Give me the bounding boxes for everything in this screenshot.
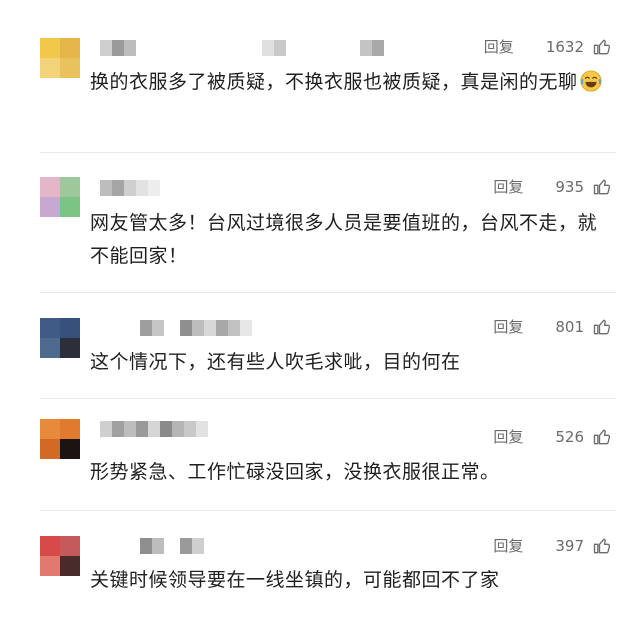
reply-button[interactable]: 回复 — [493, 535, 523, 556]
divider — [40, 152, 616, 153]
username-blurred[interactable] — [100, 180, 160, 196]
username-blurred[interactable] — [140, 538, 164, 554]
username-blurred[interactable] — [100, 40, 136, 56]
comment-actions: 回复 935 — [493, 176, 612, 197]
username-blurred — [360, 40, 384, 56]
laugh-cry-emoji-icon — [579, 70, 602, 92]
divider — [40, 292, 616, 293]
comment-text-content: 换的衣服多了被质疑，不换衣服也被质疑，真是闲的无聊 — [90, 71, 578, 93]
comment-text-content: 关键时候领导要在一线坐镇的，可能都回不了家 — [90, 569, 500, 591]
avatar[interactable] — [40, 419, 80, 459]
thumbs-up-icon[interactable] — [592, 317, 612, 337]
username-blurred[interactable] — [140, 320, 164, 336]
comment-text-content: 这个情况下，还有些人吹毛求呲，目的何在 — [90, 351, 461, 373]
comment-text: 形势紧急、工作忙碌没回家，没换衣服很正常。 — [90, 456, 610, 489]
comment-actions: 回复 1632 — [484, 36, 612, 57]
avatar[interactable] — [40, 318, 80, 358]
reply-button[interactable]: 回复 — [493, 176, 523, 197]
thumbs-up-icon[interactable] — [592, 37, 612, 57]
comment-text-content: 网友管太多！台风过境很多人员是要值班的，台风不走，就不能回家！ — [90, 212, 598, 267]
comment-text-content: 形势紧急、工作忙碌没回家，没换衣服很正常。 — [90, 461, 500, 483]
username-blurred — [262, 40, 286, 56]
reply-button[interactable]: 回复 — [484, 36, 514, 57]
divider — [40, 510, 616, 511]
thumbs-up-icon[interactable] — [592, 536, 612, 556]
like-count: 801 — [555, 317, 584, 336]
comment-actions: 回复 801 — [493, 316, 612, 337]
thumbs-up-icon[interactable] — [592, 177, 612, 197]
like-count: 526 — [555, 427, 584, 446]
like-count: 935 — [555, 177, 584, 196]
reply-button[interactable]: 回复 — [493, 426, 523, 447]
avatar[interactable] — [40, 38, 80, 78]
like-count: 1632 — [545, 37, 584, 56]
avatar[interactable] — [40, 177, 80, 217]
username-blurred — [180, 320, 252, 336]
username-blurred — [180, 538, 204, 554]
divider — [40, 398, 616, 399]
avatar[interactable] — [40, 536, 80, 576]
reply-button[interactable]: 回复 — [493, 316, 523, 337]
comment-actions: 回复 526 — [493, 426, 612, 447]
comment-text: 关键时候领导要在一线坐镇的，可能都回不了家 — [90, 564, 610, 597]
comment-actions: 回复 397 — [493, 535, 612, 556]
comment-text: 换的衣服多了被质疑，不换衣服也被质疑，真是闲的无聊 — [90, 66, 610, 99]
comment-text: 网友管太多！台风过境很多人员是要值班的，台风不走，就不能回家！ — [90, 207, 610, 273]
like-count: 397 — [555, 536, 584, 555]
thumbs-up-icon[interactable] — [592, 427, 612, 447]
comment-text: 这个情况下，还有些人吹毛求呲，目的何在 — [90, 346, 610, 379]
username-blurred[interactable] — [100, 421, 208, 437]
